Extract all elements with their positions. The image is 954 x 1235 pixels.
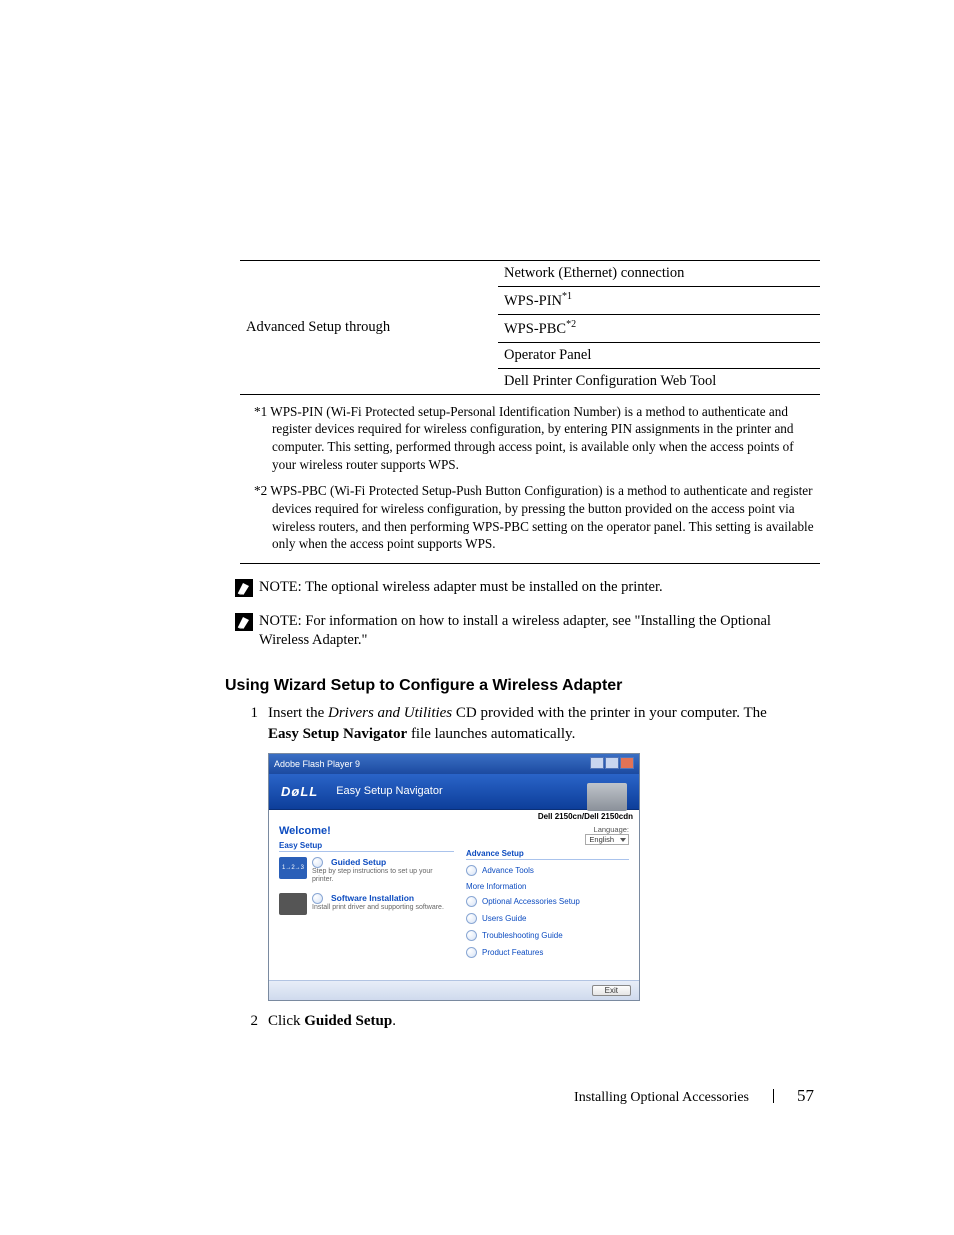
step-number: 1: [234, 703, 268, 745]
footnotes: *1 WPS-PIN (Wi-Fi Protected setup-Person…: [240, 403, 820, 565]
bullet-icon: [466, 896, 477, 907]
note-text: The optional wireless adapter must be in…: [305, 579, 663, 595]
bullet-icon: [466, 913, 477, 924]
mock-header: DøLL Easy Setup Navigator: [269, 774, 639, 810]
mock-welcome: Welcome!: [279, 825, 454, 837]
note-2: NOTE: For information on how to install …: [235, 612, 795, 651]
mock-lang-value: English: [585, 834, 629, 845]
mock-model-label: Dell 2150cn/Dell 2150cdn: [269, 810, 639, 821]
mock-optional-accessories-link[interactable]: Optional Accessories Setup: [466, 896, 629, 907]
mock-software-title: Software Installation: [331, 893, 414, 903]
mock-users-guide-link[interactable]: Users Guide: [466, 913, 629, 924]
table-left-label: Advanced Setup through: [240, 261, 498, 395]
mock-troubleshooting-link[interactable]: Troubleshooting Guide: [466, 930, 629, 941]
mock-more-info-heading: More Information: [466, 882, 629, 891]
footer-separator: [773, 1089, 774, 1103]
mock-easy-setup-heading: Easy Setup: [279, 841, 454, 852]
footnote-2: *2 WPS-PBC (Wi-Fi Protected Setup-Push B…: [240, 482, 820, 553]
mock-guided-setup-item[interactable]: 1→2→3 Guided Setup Step by step instruct…: [279, 857, 454, 885]
mock-software-desc: Install print driver and supporting soft…: [312, 904, 444, 912]
footnote-1: *1 WPS-PIN (Wi-Fi Protected setup-Person…: [240, 403, 820, 474]
step-text: Insert the Drivers and Utilities CD prov…: [268, 703, 794, 745]
mock-language-selector[interactable]: Language: English: [466, 825, 629, 845]
mock-guided-setup-desc: Step by step instructions to set up your…: [312, 868, 454, 885]
note-icon: [235, 613, 253, 631]
maximize-icon: [605, 757, 619, 769]
bullet-icon: [466, 947, 477, 958]
mock-exit-button[interactable]: Exit: [592, 985, 631, 996]
step-2: 2 Click Guided Setup.: [234, 1011, 794, 1032]
minimize-icon: [590, 757, 604, 769]
table-row: Network (Ethernet) connection: [498, 261, 820, 287]
page-footer: Installing Optional Accessories 57: [130, 1086, 824, 1106]
section-heading: Using Wizard Setup to Configure a Wirele…: [225, 677, 824, 695]
step-text: Click Guided Setup.: [268, 1011, 396, 1032]
mock-advance-tools-link[interactable]: Advance Tools: [466, 865, 629, 876]
dell-logo: DøLL: [281, 784, 318, 799]
note-icon: [235, 579, 253, 597]
advanced-setup-table: Advanced Setup through Network (Ethernet…: [240, 260, 820, 395]
step-1: 1 Insert the Drivers and Utilities CD pr…: [234, 703, 794, 745]
mock-window-title: Adobe Flash Player 9: [274, 759, 360, 769]
table-row: WPS-PBC*2: [498, 314, 820, 342]
mock-app-title: Easy Setup Navigator: [336, 785, 442, 797]
table-row: Operator Panel: [498, 342, 820, 368]
close-icon: [620, 757, 634, 769]
note-label: NOTE:: [259, 613, 305, 629]
mock-titlebar: Adobe Flash Player 9: [269, 754, 639, 774]
note-text: For information on how to install a wire…: [259, 613, 771, 649]
mock-advance-setup-heading: Advance Setup: [466, 849, 629, 860]
mock-window-controls: [589, 757, 634, 771]
footer-page-number: 57: [797, 1086, 814, 1105]
table-row: Dell Printer Configuration Web Tool: [498, 368, 820, 394]
mock-software-install-item[interactable]: Software Installation Install print driv…: [279, 893, 454, 915]
bullet-icon: [312, 857, 323, 868]
bullet-icon: [466, 865, 477, 876]
mock-lang-label: Language:: [594, 825, 629, 834]
table-row: WPS-PIN*1: [498, 287, 820, 315]
steps-icon: 1→2→3: [279, 857, 307, 879]
note-label: NOTE:: [259, 579, 305, 595]
printer-icon: [587, 783, 627, 811]
step-number: 2: [234, 1011, 268, 1032]
mock-product-features-link[interactable]: Product Features: [466, 947, 629, 958]
bullet-icon: [312, 893, 323, 904]
bullet-icon: [466, 930, 477, 941]
footer-section: Installing Optional Accessories: [574, 1090, 749, 1105]
printer-thumb-icon: [279, 893, 307, 915]
screenshot-easy-setup-navigator: Adobe Flash Player 9 DøLL Easy Setup Nav…: [268, 753, 640, 1001]
note-1: NOTE: The optional wireless adapter must…: [235, 578, 795, 598]
mock-guided-setup-title: Guided Setup: [331, 857, 386, 867]
mock-footer: Exit: [269, 980, 639, 1000]
